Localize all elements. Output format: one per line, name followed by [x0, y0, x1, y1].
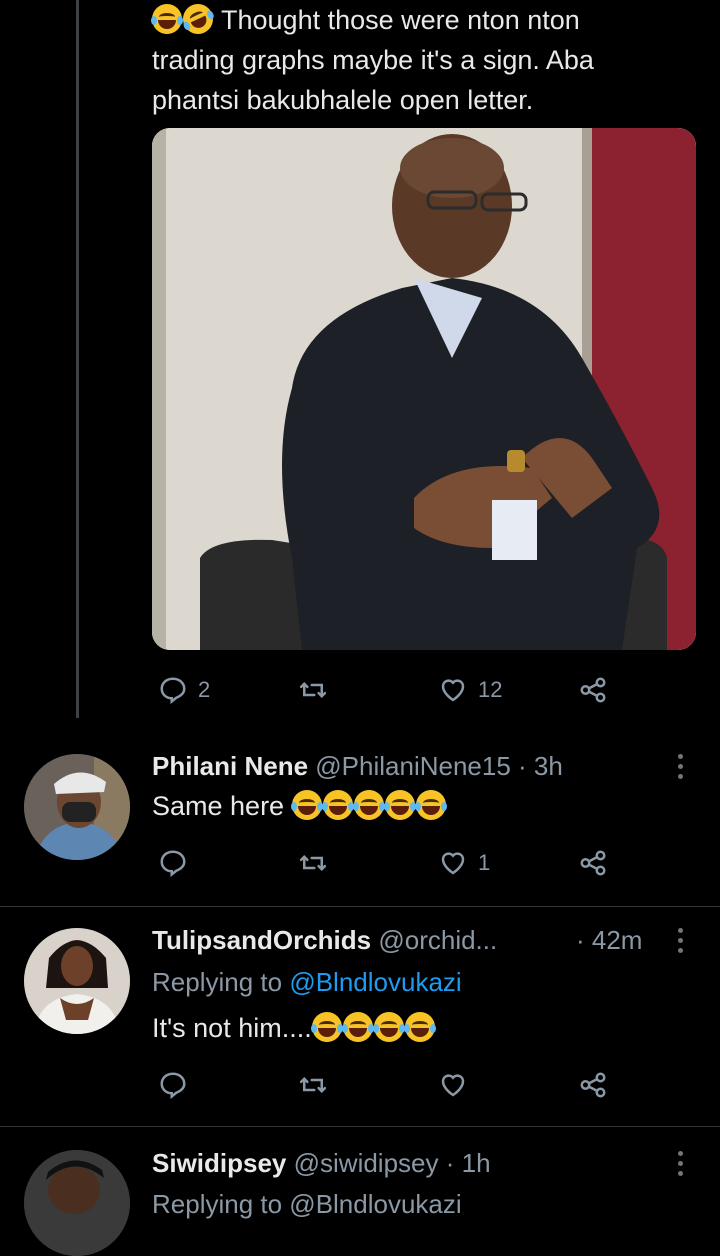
like-count: 12: [478, 677, 503, 702]
reply-text: It's not him....: [152, 1011, 436, 1045]
reply-bubble-icon: [160, 1072, 186, 1100]
avatar-image: [24, 928, 130, 1034]
reply-header: Siwidipsey @siwidipsey · 1h: [152, 1147, 491, 1179]
tweet-action-bar: 2 12: [152, 670, 692, 710]
avatar-image: [24, 754, 130, 860]
reply-button[interactable]: [158, 1065, 188, 1105]
retweet-button[interactable]: [298, 843, 328, 883]
more-options-icon[interactable]: [668, 924, 692, 956]
face-with-tears-of-joy-icon: [151, 4, 183, 34]
like-button[interactable]: 1: [438, 843, 490, 883]
like-button[interactable]: 12: [438, 670, 502, 710]
share-icon: [580, 677, 606, 703]
face-with-tears-of-joy-icon: [341, 1012, 374, 1042]
face-with-tears-of-joy-icon: [414, 790, 447, 820]
reply-action-bar: 1: [152, 843, 692, 883]
retweet-icon: [299, 1076, 327, 1094]
reply-button[interactable]: 2: [158, 670, 210, 710]
timestamp[interactable]: · 1h: [446, 1148, 491, 1178]
tweet-text-line-2: trading graphs maybe it's a sign. Aba: [152, 45, 594, 75]
mention-link[interactable]: @Blndlovukazi: [289, 967, 461, 997]
heart-icon: [441, 679, 465, 702]
share-icon: [580, 1072, 606, 1098]
reply-divider: [0, 906, 720, 907]
display-name[interactable]: Philani Nene: [152, 751, 308, 781]
display-name[interactable]: Siwidipsey: [152, 1148, 286, 1178]
reply-header: Philani Nene @PhilaniNene15 · 3h: [152, 750, 563, 782]
reply-text: Same here: [152, 789, 447, 823]
reply-button[interactable]: [158, 843, 188, 883]
thread-connector-line: [76, 0, 79, 718]
face-with-tears-of-joy-icon: [372, 1012, 405, 1042]
user-handle[interactable]: @siwidipsey: [294, 1148, 439, 1178]
timestamp[interactable]: · 42m: [576, 924, 642, 956]
tweet-text-line-1: Thought those were nton nton: [151, 0, 692, 40]
reply-bubble-icon: [160, 677, 186, 705]
reply-count: 2: [198, 677, 211, 702]
replying-to-line-partial: Replying to @Blndlovukazi: [152, 1189, 462, 1219]
replying-to-line: Replying to @Blndlovukazi: [152, 967, 462, 997]
face-with-tears-of-joy-icon: [352, 790, 385, 820]
reply-header: TulipsandOrchids @orchid...: [152, 924, 497, 956]
avatar-philani-nene[interactable]: [24, 754, 130, 860]
like-button[interactable]: [438, 1065, 468, 1105]
photo-illustration: [152, 128, 696, 650]
retweet-icon: [299, 681, 327, 699]
more-options-icon[interactable]: [668, 1147, 692, 1179]
avatar-tulipsandorchids[interactable]: [24, 928, 130, 1034]
display-name[interactable]: TulipsandOrchids: [152, 925, 371, 955]
share-button[interactable]: [578, 843, 608, 883]
face-with-tears-of-joy-icon: [383, 790, 416, 820]
heart-icon: [441, 852, 465, 875]
retweet-button[interactable]: [298, 1065, 328, 1105]
like-count: 1: [478, 850, 491, 875]
share-button[interactable]: [578, 1065, 608, 1105]
reply-action-bar: [152, 1065, 692, 1105]
retweet-button[interactable]: [298, 670, 328, 710]
rolling-on-floor-laughing-icon: [178, 0, 218, 39]
more-options-icon[interactable]: [668, 750, 692, 782]
heart-icon: [441, 1074, 465, 1097]
face-with-tears-of-joy-icon: [290, 790, 323, 820]
face-with-tears-of-joy-icon: [321, 790, 354, 820]
reply-bubble-icon: [160, 850, 186, 878]
user-handle[interactable]: @orchid...: [378, 925, 497, 955]
retweet-icon: [299, 854, 327, 872]
avatar-image: [24, 1150, 130, 1256]
share-icon: [580, 850, 606, 876]
face-with-tears-of-joy-icon: [403, 1012, 436, 1042]
timestamp[interactable]: · 3h: [518, 751, 563, 781]
tweet-photo[interactable]: [152, 128, 696, 650]
tweet-text: Thought those were nton nton trading gra…: [151, 0, 692, 120]
tweet-text-line-3: phantsi bakubhalele open letter.: [152, 85, 534, 115]
face-with-tears-of-joy-icon: [310, 1012, 343, 1042]
reply-divider: [0, 1126, 720, 1127]
share-button[interactable]: [578, 670, 608, 710]
avatar-siwidipsey[interactable]: [24, 1150, 130, 1256]
user-handle[interactable]: @PhilaniNene15: [315, 751, 511, 781]
